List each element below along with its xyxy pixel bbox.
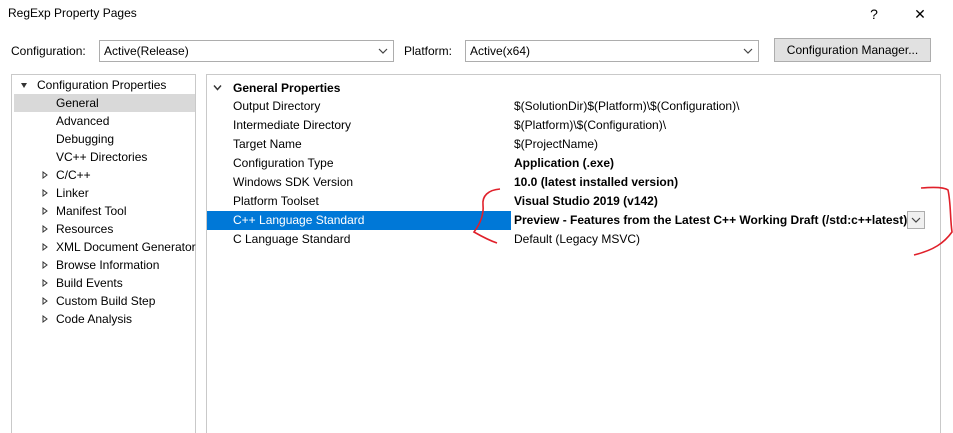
close-icon: ✕ bbox=[914, 5, 926, 22]
collapsed-arrow-icon[interactable] bbox=[41, 189, 49, 197]
property-value[interactable]: $(ProjectName) bbox=[511, 135, 940, 154]
platform-value: Active(x64) bbox=[470, 44, 531, 58]
tree-item-label: VC++ Directories bbox=[56, 150, 148, 164]
tree-item-custom-build-step[interactable]: Custom Build Step bbox=[14, 292, 195, 310]
value-dropdown-button[interactable] bbox=[907, 211, 925, 229]
property-row-output-directory[interactable]: Output Directory $(SolutionDir)$(Platfor… bbox=[207, 97, 940, 116]
collapsed-arrow-icon[interactable] bbox=[41, 297, 49, 305]
property-value[interactable]: Visual Studio 2019 (v142) bbox=[511, 192, 940, 211]
platform-dropdown[interactable]: Active(x64) bbox=[465, 40, 759, 62]
property-name: C Language Standard bbox=[233, 232, 351, 246]
configuration-toolbar: Configuration: Active(Release) Platform:… bbox=[0, 38, 953, 64]
tree-item-code-analysis[interactable]: Code Analysis bbox=[14, 310, 195, 328]
tree-item-label: Browse Information bbox=[56, 258, 160, 272]
tree-item-label: Debugging bbox=[56, 132, 115, 146]
tree-item-build-events[interactable]: Build Events bbox=[14, 274, 195, 292]
tree-item-manifest-tool[interactable]: Manifest Tool bbox=[14, 202, 195, 220]
tree-item-vc-directories[interactable]: VC++ Directories bbox=[14, 148, 195, 166]
configuration-value: Active(Release) bbox=[104, 44, 189, 58]
property-name: C++ Language Standard bbox=[207, 211, 511, 230]
window-title: RegExp Property Pages bbox=[8, 6, 137, 20]
tree-item-label: Build Events bbox=[56, 276, 123, 290]
collapsed-arrow-icon[interactable] bbox=[41, 171, 49, 179]
configuration-manager-button[interactable]: Configuration Manager... bbox=[774, 38, 931, 62]
tree-item-browse-information[interactable]: Browse Information bbox=[14, 256, 195, 274]
category-label: General Properties bbox=[233, 81, 341, 95]
configuration-dropdown[interactable]: Active(Release) bbox=[99, 40, 394, 62]
collapsed-arrow-icon[interactable] bbox=[41, 315, 49, 323]
tree-item-xml-document-generator[interactable]: XML Document Generator bbox=[14, 238, 196, 256]
help-button[interactable]: ? bbox=[856, 2, 892, 26]
property-row-intermediate-directory[interactable]: Intermediate Directory $(Platform)\$(Con… bbox=[207, 116, 940, 135]
property-value[interactable]: Default (Legacy MSVC) bbox=[511, 230, 940, 249]
tree-item-advanced[interactable]: Advanced bbox=[14, 112, 195, 130]
tree-item-label: C/C++ bbox=[56, 168, 91, 182]
tree-item-label: Custom Build Step bbox=[56, 294, 156, 308]
tree-item-label: Linker bbox=[56, 186, 89, 200]
tree-item-linker[interactable]: Linker bbox=[14, 184, 195, 202]
property-tree: Configuration Properties General Advance… bbox=[11, 74, 196, 433]
collapse-category-icon[interactable] bbox=[213, 83, 222, 92]
platform-label: Platform: bbox=[404, 44, 453, 58]
collapsed-arrow-icon[interactable] bbox=[41, 243, 49, 251]
property-row-cpp-language-standard[interactable]: C++ Language Standard Preview - Features… bbox=[207, 211, 940, 230]
property-row-c-language-standard[interactable]: C Language Standard Default (Legacy MSVC… bbox=[207, 230, 940, 249]
title-bar: RegExp Property Pages ? ✕ bbox=[0, 0, 953, 28]
property-value[interactable]: Application (.exe) bbox=[511, 154, 940, 173]
property-name: Configuration Type bbox=[233, 156, 334, 170]
tree-item-label: Code Analysis bbox=[56, 312, 133, 326]
tree-item-configuration-properties[interactable]: Configuration Properties bbox=[18, 76, 195, 94]
property-value[interactable]: Preview - Features from the Latest C++ W… bbox=[511, 211, 911, 230]
property-row-windows-sdk-version[interactable]: Windows SDK Version 10.0 (latest install… bbox=[207, 173, 940, 192]
tree-item-label: Manifest Tool bbox=[56, 204, 127, 218]
property-row-configuration-type[interactable]: Configuration Type Application (.exe) bbox=[207, 154, 940, 173]
chevron-down-icon bbox=[743, 48, 753, 54]
tree-item-general[interactable]: General bbox=[14, 94, 195, 112]
tree-item-c-cpp[interactable]: C/C++ bbox=[14, 166, 195, 184]
collapsed-arrow-icon[interactable] bbox=[41, 279, 49, 287]
help-icon: ? bbox=[870, 6, 878, 22]
collapsed-arrow-icon[interactable] bbox=[41, 207, 49, 215]
property-value[interactable]: $(Platform)\$(Configuration)\ bbox=[511, 116, 940, 135]
chevron-down-icon bbox=[378, 48, 388, 54]
property-value[interactable]: $(SolutionDir)$(Platform)\$(Configuratio… bbox=[511, 97, 940, 116]
collapsed-arrow-icon[interactable] bbox=[41, 225, 49, 233]
property-name: Output Directory bbox=[233, 99, 321, 113]
chevron-down-icon bbox=[911, 217, 921, 223]
category-header[interactable]: General Properties bbox=[207, 78, 940, 96]
collapsed-arrow-icon[interactable] bbox=[41, 261, 49, 269]
tree-item-resources[interactable]: Resources bbox=[14, 220, 195, 238]
configuration-label: Configuration: bbox=[11, 44, 86, 58]
tree-item-label: XML Document Generator bbox=[56, 240, 196, 254]
property-value[interactable]: 10.0 (latest installed version) bbox=[511, 173, 940, 192]
property-row-platform-toolset[interactable]: Platform Toolset Visual Studio 2019 (v14… bbox=[207, 192, 940, 211]
property-row-target-name[interactable]: Target Name $(ProjectName) bbox=[207, 135, 940, 154]
tree-item-debugging[interactable]: Debugging bbox=[14, 130, 195, 148]
close-button[interactable]: ✕ bbox=[902, 2, 938, 26]
tree-item-label: General bbox=[56, 96, 99, 110]
tree-item-label: Resources bbox=[56, 222, 114, 236]
tree-item-label: Configuration Properties bbox=[37, 78, 167, 92]
property-grid: General Properties Output Directory $(So… bbox=[206, 74, 941, 433]
property-name: Platform Toolset bbox=[233, 194, 319, 208]
property-name: Intermediate Directory bbox=[233, 118, 352, 132]
tree-item-label: Advanced bbox=[56, 114, 110, 128]
property-name: Windows SDK Version bbox=[233, 175, 354, 189]
property-name: Target Name bbox=[233, 137, 302, 151]
expanded-arrow-icon[interactable] bbox=[20, 81, 28, 89]
